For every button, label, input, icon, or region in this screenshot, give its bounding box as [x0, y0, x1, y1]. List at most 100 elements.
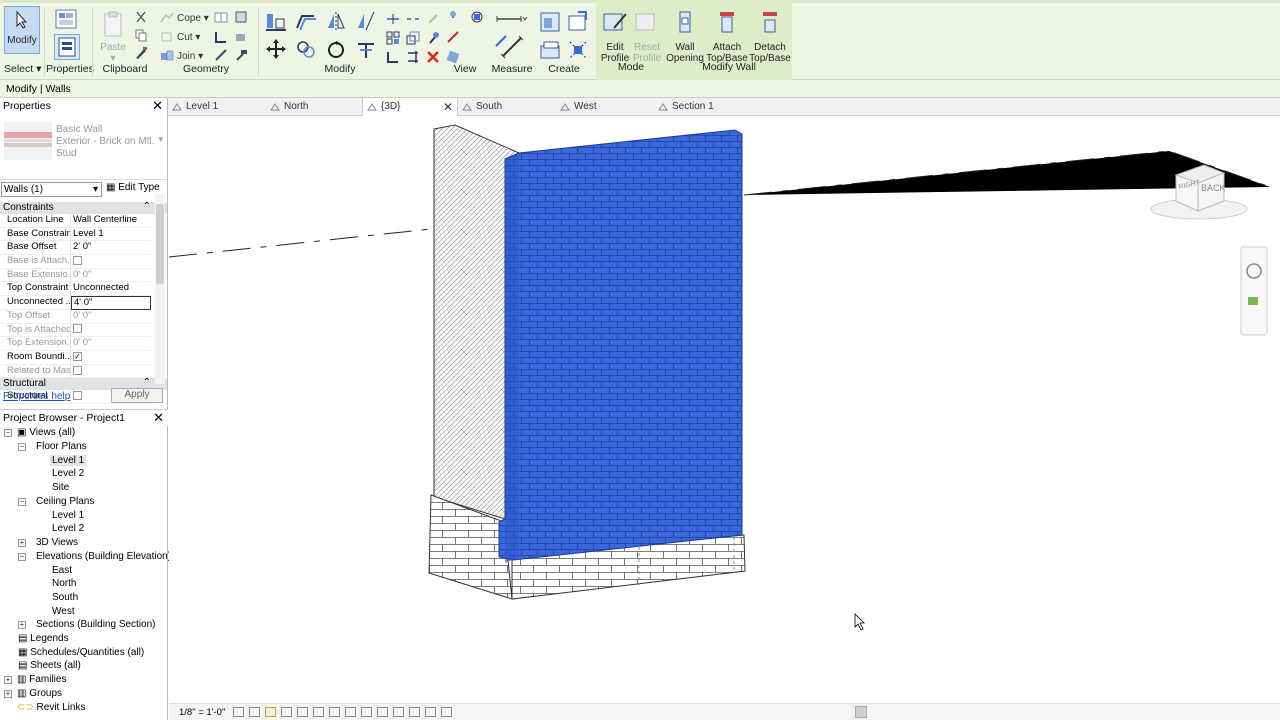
tab-view[interactable]: Level 1 — [168, 98, 266, 116]
trim-multiple-icon[interactable] — [406, 50, 420, 64]
property-row[interactable]: Location Line Wall Centerline — [0, 214, 167, 228]
tree-families[interactable]: ▥ Families — [17, 674, 66, 686]
reset-profile-button[interactable]: Reset Profile — [630, 10, 664, 64]
expand-icon[interactable]: + — [4, 676, 12, 684]
tree-elevations[interactable]: Elevations (Building Elevation) — [36, 551, 171, 563]
tree-elevation-west[interactable]: West — [52, 606, 75, 618]
copy-element-icon[interactable] — [294, 38, 318, 60]
rotate-icon[interactable] — [324, 38, 348, 60]
reveal-constraints-icon[interactable] — [441, 707, 452, 717]
modify-button[interactable]: Modify — [4, 6, 40, 54]
expand-icon[interactable]: + — [18, 539, 26, 547]
property-row[interactable]: Base Constraint Level 1 — [0, 227, 167, 242]
crop-view-icon[interactable] — [297, 707, 308, 717]
sun-path-icon[interactable] — [265, 707, 276, 717]
property-row[interactable]: Base Extensio... 0' 0" — [0, 268, 167, 283]
edit-profile-button[interactable]: Edit Profile — [598, 10, 632, 64]
join-button[interactable]: Join ▾ — [160, 48, 203, 64]
detail-level-icon[interactable] — [233, 707, 244, 717]
trim-extend-icon[interactable] — [354, 38, 378, 60]
split-icon[interactable] — [386, 12, 400, 26]
tree-elevation-east[interactable]: East — [52, 565, 72, 577]
create-group-icon[interactable] — [538, 38, 562, 62]
property-value[interactable]: 2' 0" — [71, 241, 151, 256]
property-checkbox[interactable] — [71, 255, 151, 269]
view-filter-icon[interactable] — [446, 50, 460, 64]
checkbox-icon[interactable] — [73, 256, 82, 266]
create-assembly-icon[interactable] — [538, 10, 562, 34]
pin-icon[interactable] — [426, 31, 440, 45]
trim-single-icon[interactable] — [386, 50, 400, 64]
property-value[interactable]: Level 1 — [71, 228, 151, 242]
tree-schedules[interactable]: ▦ Schedules/Quantities (all) — [18, 647, 144, 659]
checkbox-icon[interactable] — [73, 324, 82, 334]
demolish-icon[interactable] — [234, 30, 248, 44]
tree-views-all[interactable]: ▣ Views (all) — [17, 427, 75, 439]
type-selector[interactable]: Basic Wall Exterior - Brick on Mtl. Stud… — [0, 114, 167, 180]
view-scale[interactable]: 1/8" = 1'-0" — [179, 707, 225, 718]
property-value[interactable]: 0' 0" — [71, 269, 151, 283]
property-value[interactable]: Wall Centerline — [71, 214, 151, 228]
tree-groups[interactable]: ▥ Groups — [17, 688, 62, 700]
tab-view[interactable]: North — [266, 98, 362, 116]
close-icon[interactable]: ✕ — [152, 98, 163, 114]
hammer-icon[interactable] — [234, 48, 248, 62]
measure-distance-icon[interactable] — [494, 12, 528, 26]
copy-icon[interactable] — [134, 28, 148, 42]
properties-scrollbar[interactable] — [155, 194, 165, 384]
worksharing-icon[interactable] — [377, 707, 388, 717]
property-checkbox[interactable]: ✓ — [71, 351, 151, 365]
property-row[interactable]: Top Constraint Unconnected — [0, 282, 167, 297]
checkbox-icon[interactable] — [73, 365, 82, 375]
paint-icon[interactable] — [234, 10, 248, 24]
3d-viewport[interactable]: RIGHT BACK — [169, 117, 1270, 703]
collapse-icon[interactable]: − — [18, 498, 26, 506]
array-icon[interactable] — [386, 31, 400, 45]
tab-view[interactable]: South — [458, 98, 556, 116]
mirror-axis-icon[interactable] — [324, 10, 348, 32]
visual-style-icon[interactable] — [249, 707, 260, 717]
checkbox-checked-icon[interactable]: ✓ — [73, 351, 82, 361]
property-row[interactable]: Top is Attached — [0, 323, 167, 338]
split-face-icon[interactable] — [214, 10, 228, 24]
vertical-scrollbar[interactable] — [1270, 117, 1280, 703]
tree-revit-links[interactable]: ⊂⊃ Revit Links — [17, 702, 85, 714]
move-icon[interactable] — [264, 38, 288, 60]
scale-icon[interactable] — [406, 31, 420, 45]
tree-3d-views[interactable]: 3D Views — [36, 537, 78, 549]
override-graphics-icon[interactable] — [470, 10, 484, 24]
property-row[interactable]: Related to Mass — [0, 364, 167, 379]
expand-icon[interactable]: + — [18, 621, 26, 629]
delete-icon[interactable] — [426, 50, 440, 64]
hide-element-icon[interactable] — [446, 10, 460, 24]
tree-floor-plans[interactable]: Floor Plans — [36, 441, 87, 453]
tree-floor-plan-level-2[interactable]: Level 2 — [52, 468, 84, 480]
analytical-model-icon[interactable] — [409, 707, 420, 717]
attach-top-base-button[interactable]: Attach Top/Base — [706, 10, 748, 64]
property-value[interactable]: 0' 0" — [71, 337, 151, 351]
properties-palette-icon[interactable] — [54, 34, 80, 60]
match-properties-icon[interactable] — [134, 46, 148, 60]
offset-icon[interactable] — [294, 10, 318, 32]
wall-opening-button[interactable]: Wall Opening — [666, 10, 704, 64]
tree-legends[interactable]: ▤ Legends — [18, 633, 69, 645]
collapse-icon[interactable]: − — [18, 443, 26, 451]
property-row[interactable]: Base Offset 2' 0" — [0, 241, 167, 256]
expand-icon[interactable]: + — [4, 690, 12, 698]
mirror-draw-icon[interactable] — [354, 10, 378, 32]
property-row[interactable]: Top Offset 0' 0" — [0, 309, 167, 324]
diagonal-measure-icon[interactable] — [500, 34, 524, 60]
tab-view[interactable]: Section 1 — [654, 98, 754, 116]
cut-geometry-button[interactable]: Cut ▾ — [160, 29, 200, 45]
close-icon[interactable]: ✕ — [443, 100, 453, 114]
apply-button[interactable]: Apply — [111, 388, 163, 403]
tree-floor-plan-site[interactable]: Site — [52, 482, 69, 494]
edit-type-button[interactable]: ▦ Edit Type — [106, 182, 160, 193]
design-options-icon[interactable] — [393, 707, 404, 717]
property-value[interactable]: Unconnected — [71, 282, 151, 297]
tree-sections[interactable]: Sections (Building Section) — [36, 619, 156, 631]
create-parts-icon[interactable] — [566, 10, 590, 34]
show-crop-icon[interactable] — [313, 707, 324, 717]
highlight-displacement-icon[interactable] — [425, 707, 436, 717]
collapse-icon[interactable]: − — [4, 429, 12, 437]
